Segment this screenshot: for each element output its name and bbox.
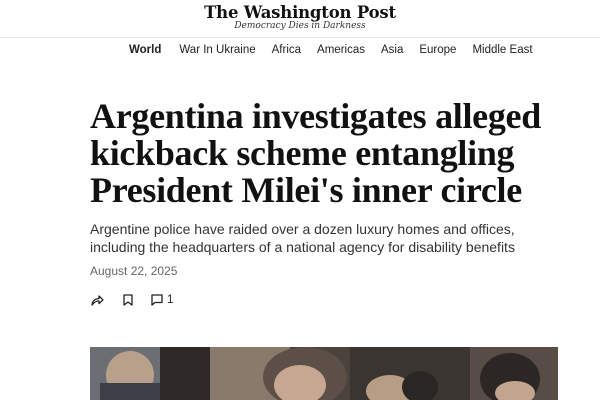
headline: Argentina investigates alleged kickback … (90, 98, 560, 209)
comment-icon (151, 294, 163, 306)
nav-item-war-in-ukraine[interactable]: War In Ukraine (179, 44, 255, 58)
headline-line: kickback scheme entangling (90, 133, 515, 173)
deck-line: including the headquarters of a national… (90, 239, 515, 255)
lead-photo (90, 347, 558, 400)
save-button[interactable] (123, 294, 133, 306)
comments-button[interactable]: 1 (151, 294, 173, 306)
nav-item-world[interactable]: World (129, 44, 161, 58)
share-icon (91, 294, 104, 306)
share-button[interactable] (91, 294, 104, 306)
nav-item-africa[interactable]: Africa (272, 44, 301, 58)
section-nav: World War In Ukraine Africa Americas Asi… (129, 44, 549, 58)
bookmark-icon (123, 294, 133, 306)
masthead: The Washington Post Democracy Dies in Da… (0, 0, 600, 38)
logo[interactable]: The Washington Post (0, 3, 600, 22)
nav-item-middle-east[interactable]: Middle East (472, 44, 532, 58)
article-actions: 1 (91, 294, 173, 306)
comment-count: 1 (167, 294, 174, 306)
headline-line: President Milei's inner circle (90, 170, 522, 210)
nav-item-asia[interactable]: Asia (381, 44, 403, 58)
nav-item-europe[interactable]: Europe (419, 44, 456, 58)
publish-date: August 22, 2025 (90, 264, 178, 278)
headline-line: Argentina investigates alleged (90, 96, 541, 136)
tagline: Democracy Dies in Darkness (234, 21, 366, 31)
deck-line: Argentine police have raided over a doze… (90, 221, 515, 237)
subheadline: Argentine police have raided over a doze… (90, 220, 550, 256)
nav-item-americas[interactable]: Americas (317, 44, 365, 58)
